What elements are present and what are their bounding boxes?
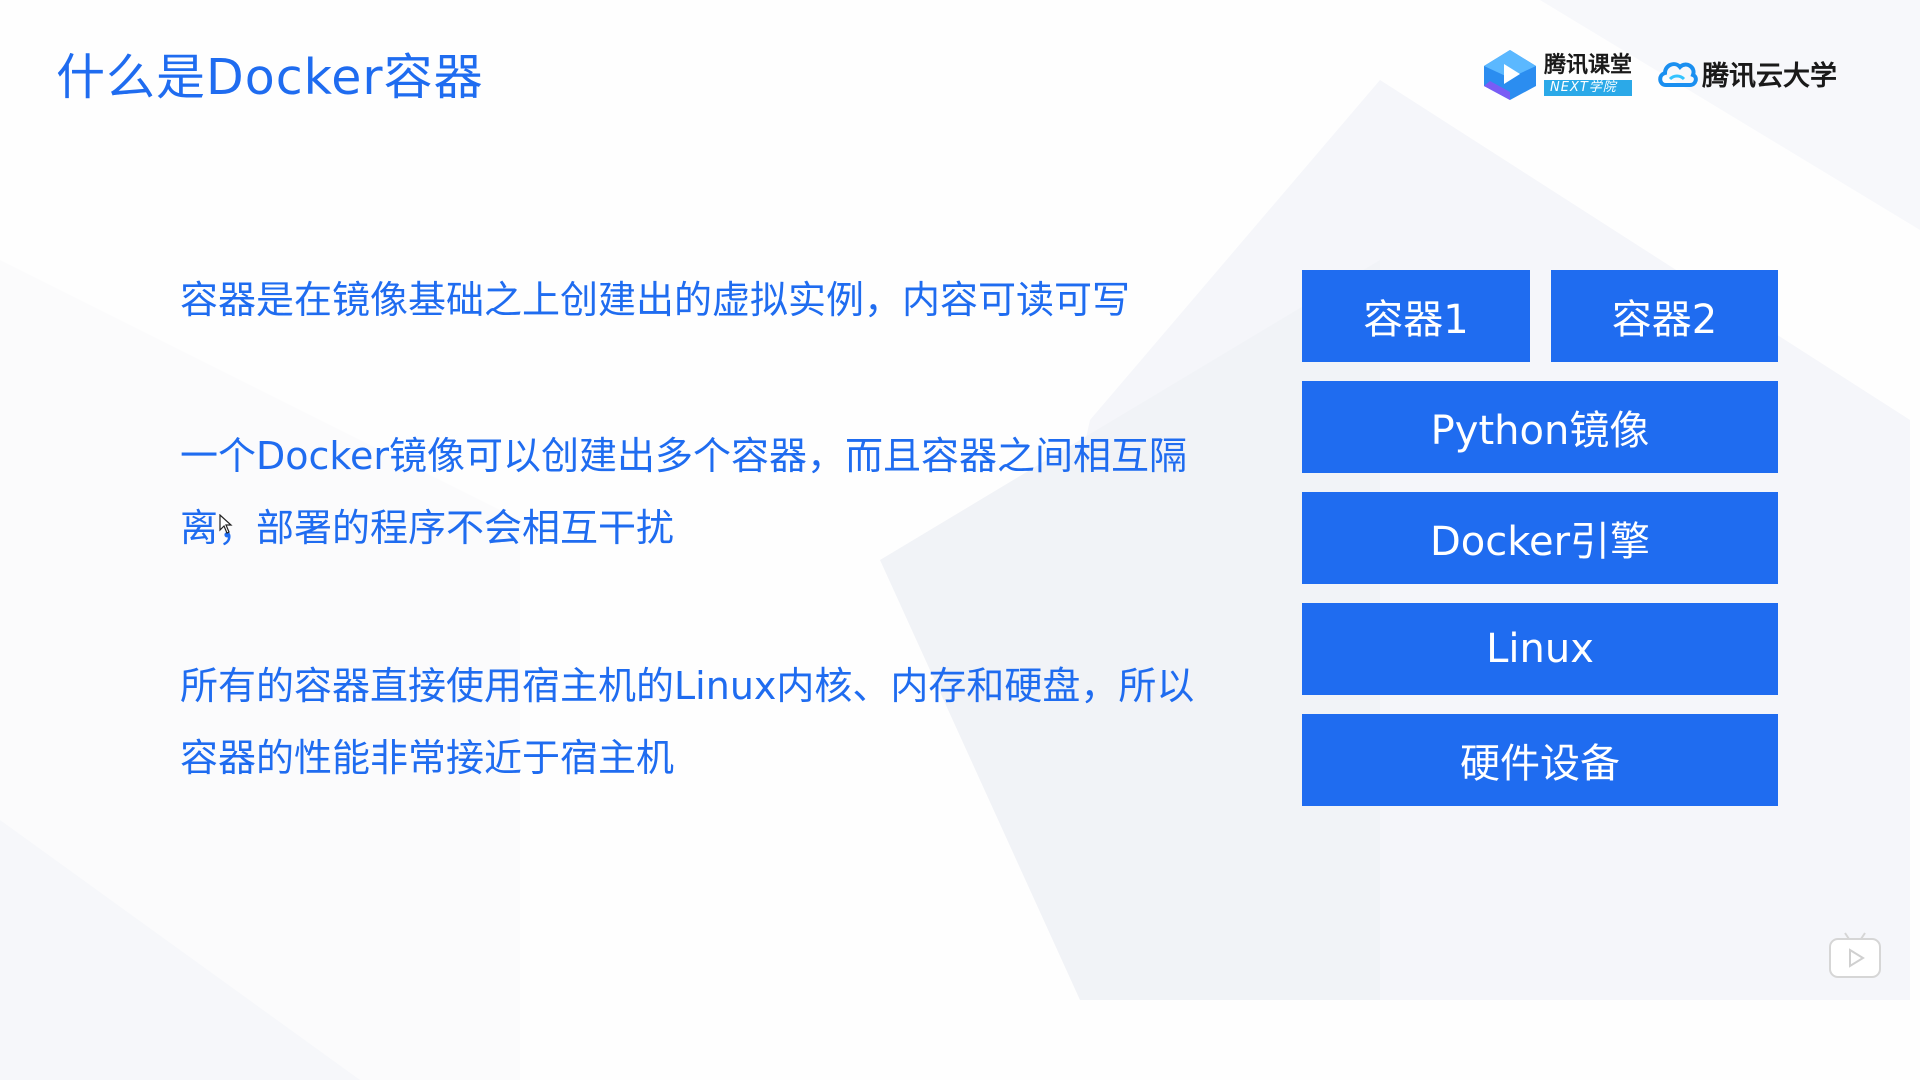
bullet-container-definition: 容器是在镜像基础之上创建出的虚拟实例，内容可读可写 [180,278,1131,322]
tencent-cloud-logo-icon [1658,61,1698,87]
tencent-cloud-name: 腾讯云大学 [1702,61,1837,92]
tencent-classroom-logo-icon [1484,50,1536,100]
stack-container-1: 容器1 [1302,270,1530,362]
mouse-cursor-icon [219,514,233,534]
video-play-icon[interactable] [1827,930,1883,980]
stack-docker-engine: Docker引擎 [1302,492,1778,584]
tencent-classroom-logo: 腾讯课堂 NEXT学院 [1480,48,1633,102]
bullet-container-performance: 所有的容器直接使用宿主机的Linux内核、内存和硬盘，所以容器的性能非常接近于宿… [180,664,1195,780]
next-academy-label: NEXT学院 [1544,80,1633,96]
tencent-cloud-logo: 腾讯云大学 [1656,54,1837,93]
stack-linux: Linux [1302,603,1778,695]
stack-python-image: Python镜像 [1302,381,1778,473]
page-title: 什么是Docker容器 [56,49,484,106]
tencent-classroom-name: 腾讯课堂 [1544,53,1633,78]
stack-hardware: 硬件设备 [1302,714,1778,806]
bullet-multiple-containers: 一个Docker镜像可以创建出多个容器，而且容器之间相互隔离，部署的程序不会相互… [180,434,1188,550]
slide: 什么是Docker容器 腾讯课堂 NEXT学院 腾讯云大学 容器是在镜像基础之上… [0,0,1920,1080]
stack-container-2: 容器2 [1551,270,1778,362]
